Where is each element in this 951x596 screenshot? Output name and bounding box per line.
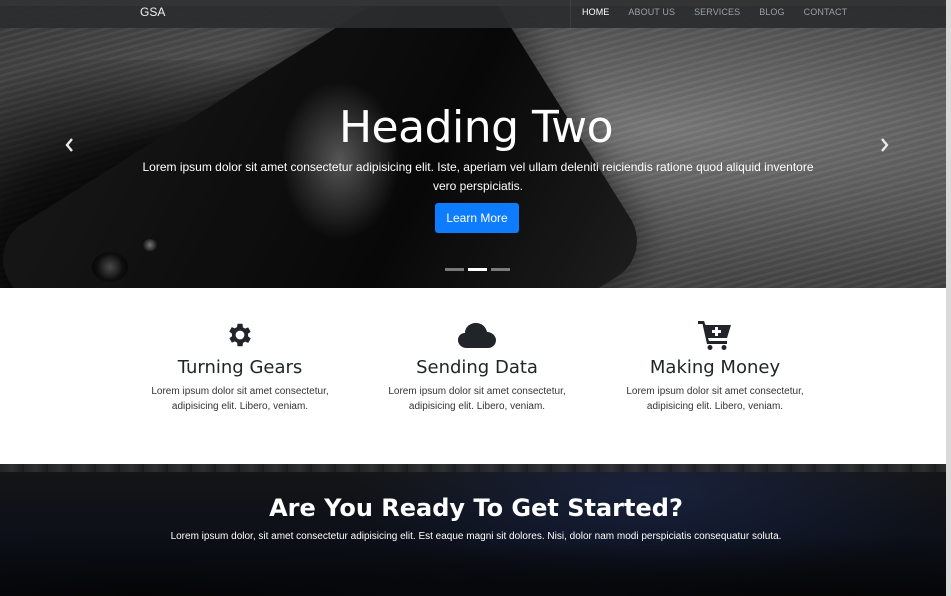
nav-links: HOME ABOUT US SERVICES BLOG CONTACT (582, 7, 866, 17)
learn-more-button[interactable]: Learn More (435, 203, 519, 233)
feature-text: Lorem ipsum dolor sit amet consectetur, … (626, 386, 804, 412)
scrollbar[interactable] (946, 0, 951, 596)
features-section: Turning Gears Lorem ipsum dolor sit amet… (0, 288, 946, 464)
hero-heading: Heading Two (338, 102, 614, 153)
feature-title: Sending Data (416, 357, 538, 378)
cta-text: Lorem ipsum dolor, sit amet consectetur … (170, 531, 782, 542)
feature-title: Making Money (649, 357, 781, 378)
navbar: GSA HOME ABOUT US SERVICES BLOG CONTACT (0, 0, 946, 28)
hero-carousel: Heading Two Lorem ipsum dolor sit amet c… (0, 0, 946, 288)
cog-icon (140, 318, 340, 352)
cta-heading: Are You Ready To Get Started? (269, 494, 683, 522)
feature-turning-gears: Turning Gears Lorem ipsum dolor sit amet… (140, 318, 340, 414)
cta-background (0, 516, 946, 596)
cart-plus-icon (615, 318, 815, 352)
chevron-left-icon[interactable] (64, 137, 74, 157)
feature-making-money: Making Money Lorem ipsum dolor sit amet … (615, 318, 815, 414)
hero-text: Lorem ipsum dolor sit amet consectetur a… (142, 160, 814, 193)
nav-link-services[interactable]: SERVICES (694, 7, 740, 17)
feature-text: Lorem ipsum dolor sit amet consectetur, … (151, 386, 329, 412)
nav-link-about-us[interactable]: ABOUT US (628, 7, 675, 17)
nav-link-blog[interactable]: BLOG (759, 7, 784, 17)
nav-link-home[interactable]: HOME (582, 7, 609, 17)
carousel-indicator-1[interactable] (445, 268, 464, 271)
feature-sending-data: Sending Data Lorem ipsum dolor sit amet … (377, 318, 577, 414)
nav-link-contact[interactable]: CONTACT (804, 7, 848, 17)
feature-title: Turning Gears (177, 357, 303, 378)
cloud-icon (377, 318, 577, 352)
cta-section: Are You Ready To Get Started? Lorem ipsu… (0, 464, 946, 596)
chevron-right-icon[interactable] (880, 137, 890, 157)
carousel-indicator-3[interactable] (491, 268, 510, 271)
carousel-indicator-2[interactable] (468, 268, 487, 271)
carousel-indicators (445, 268, 510, 271)
brand-logo[interactable]: GSA (140, 5, 165, 19)
feature-text: Lorem ipsum dolor sit amet consectetur, … (388, 386, 566, 412)
scrollbar-thumb[interactable] (946, 0, 951, 596)
